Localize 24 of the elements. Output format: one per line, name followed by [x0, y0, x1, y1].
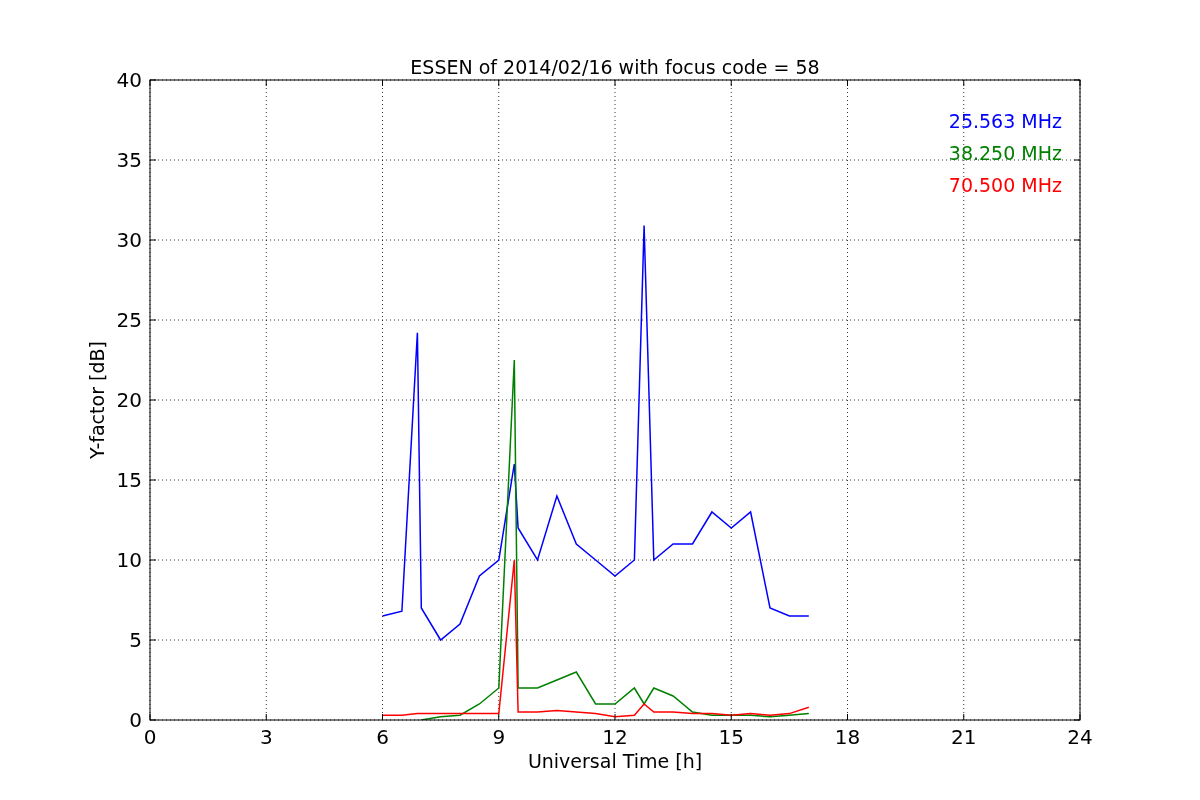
y-axis-label: Y-factor [dB]	[86, 341, 108, 459]
y-tick-label: 15	[116, 468, 142, 492]
chart-title: ESSEN of 2014/02/16 with focus code = 58	[410, 56, 820, 78]
y-tick-label: 10	[116, 548, 142, 572]
x-axis-label: Universal Time [h]	[527, 750, 703, 772]
x-tick-label: 6	[376, 725, 389, 749]
x-tick-label: 9	[492, 725, 506, 749]
x-tick-label: 21	[951, 725, 977, 749]
x-tick-label: 12	[602, 725, 628, 749]
legend-label: 70.500 MHz	[948, 174, 1062, 196]
y-tick-label: 25	[116, 308, 142, 332]
y-tick-label: 30	[116, 228, 142, 252]
x-tick-label: 18	[834, 725, 861, 749]
x-tick-label: 3	[259, 725, 273, 749]
y-tick-label: 5	[129, 628, 142, 652]
y-tick-label: 20	[116, 388, 142, 412]
y-tick-label: 40	[116, 68, 142, 92]
x-tick-label: 15	[718, 725, 744, 749]
x-tick-label: 0	[143, 725, 157, 749]
x-tick-label: 24	[1067, 725, 1093, 749]
y-tick-label: 0	[129, 708, 142, 732]
y-tick-label: 35	[116, 148, 142, 172]
legend-label: 38.250 MHz	[948, 142, 1062, 164]
legend-label: 25.563 MHz	[948, 110, 1062, 132]
